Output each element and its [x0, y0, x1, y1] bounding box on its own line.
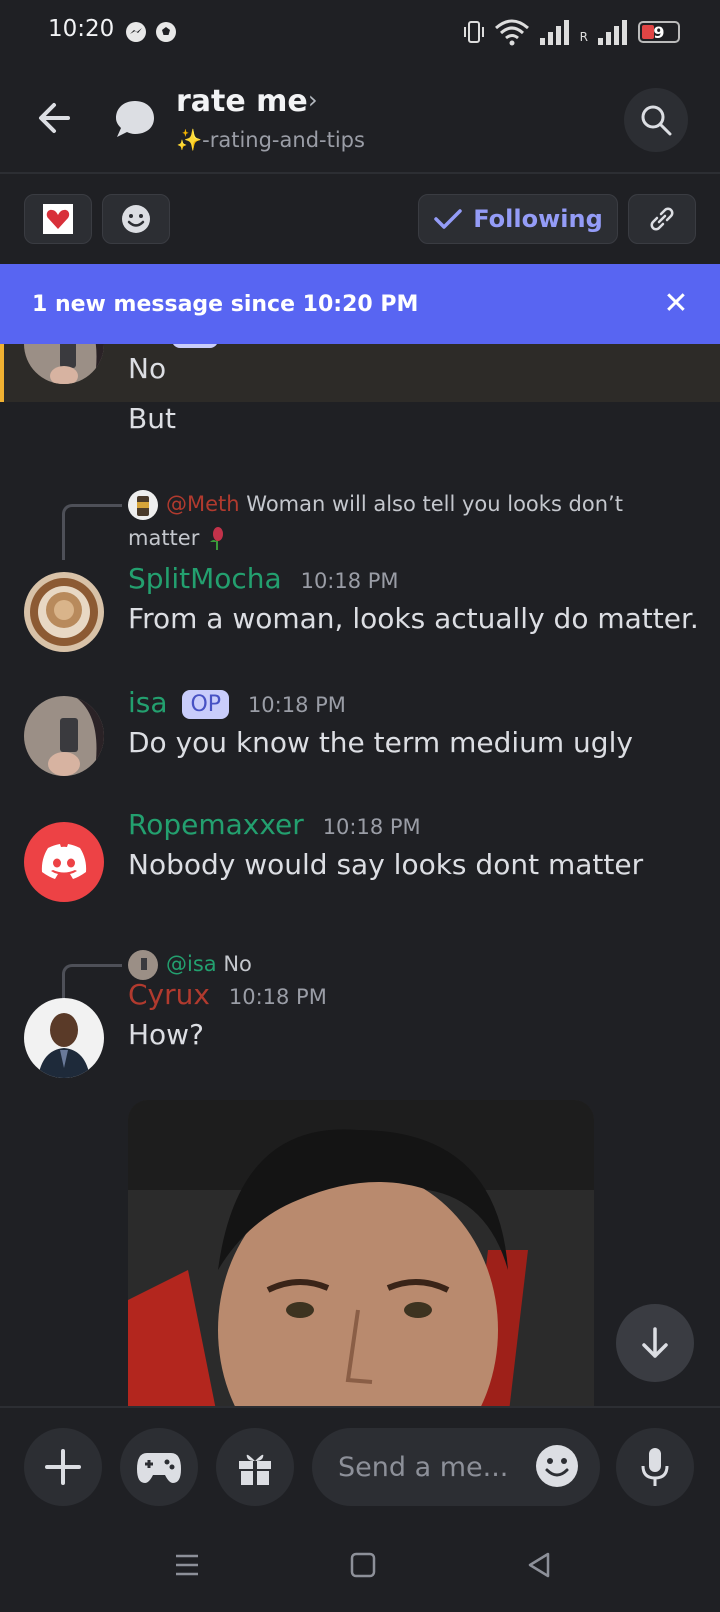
- menu-icon[interactable]: [170, 1548, 204, 1582]
- reply-snippet: Woman will also tell you looks don’t: [246, 492, 623, 516]
- avatar[interactable]: [24, 998, 104, 1078]
- message-composer: Send a me...: [0, 1406, 720, 1518]
- message-time: 10:18 PM: [247, 693, 346, 717]
- microphone-icon: [641, 1448, 669, 1486]
- back-triangle-icon[interactable]: [522, 1548, 556, 1582]
- message-text: But: [128, 402, 176, 435]
- arrow-down-icon: [642, 1327, 668, 1358]
- thread-icon: [116, 101, 154, 137]
- battery-icon: 9: [638, 21, 680, 43]
- message-text: Do you know the term medium ugly: [128, 726, 633, 759]
- gamepad-icon: [137, 1453, 181, 1483]
- message-time: 10:18 PM: [322, 815, 421, 839]
- reply-mention: @Meth: [166, 492, 240, 516]
- emoji-picker-icon[interactable]: [534, 1443, 580, 1489]
- author-name[interactable]: isa OP 10:18 PM: [128, 686, 346, 719]
- vibrate-icon: [463, 21, 484, 43]
- following-label: Following: [473, 205, 603, 233]
- search-icon: [641, 105, 672, 136]
- rose-icon: [210, 527, 224, 550]
- voice-message-button[interactable]: [616, 1428, 694, 1506]
- copy-link-button[interactable]: [628, 194, 696, 244]
- message-list[interactable]: No But @Meth Woman will also tell you lo…: [0, 344, 720, 1406]
- plus-icon: [45, 1449, 81, 1485]
- status-time: 10:20: [48, 16, 115, 42]
- reply-preview-line2: matter: [128, 526, 228, 552]
- message-text: No: [128, 352, 167, 385]
- new-messages-banner[interactable]: 1 new message since 10:20 PM ✕: [0, 264, 720, 344]
- author-label: Cyrux: [128, 978, 210, 1011]
- wifi-icon: [494, 19, 529, 46]
- discord-logo-icon: [41, 844, 87, 879]
- message-text: How?: [128, 1018, 204, 1051]
- new-messages-text: 1 new message since 10:20 PM: [32, 291, 419, 317]
- tag-button[interactable]: [24, 194, 92, 244]
- scroll-to-bottom-button[interactable]: [616, 1304, 694, 1382]
- system-nav-bar: [0, 1518, 720, 1612]
- add-attachment-button[interactable]: [24, 1428, 102, 1506]
- author-label: isa: [128, 686, 168, 719]
- signal-icon: [539, 20, 569, 45]
- heart-tag-icon: [43, 204, 73, 234]
- author-name[interactable]: Cyrux 10:18 PM: [128, 978, 327, 1011]
- message-input[interactable]: Send a me...: [312, 1428, 600, 1506]
- thread-toolbar: Following: [0, 176, 720, 264]
- thread-title[interactable]: rate me: [176, 84, 308, 119]
- gift-button[interactable]: [216, 1428, 294, 1506]
- soccer-ball-icon: [156, 22, 176, 42]
- image-attachment[interactable]: [128, 1100, 594, 1406]
- messenger-icon: [126, 22, 146, 42]
- reply-snippet: No: [223, 952, 252, 976]
- reply-preview[interactable]: @isa No: [166, 952, 252, 976]
- channel-name[interactable]: ✨-rating-and-tips: [176, 128, 365, 153]
- author-label: Ropemaxxer: [128, 808, 304, 841]
- message-text: From a woman, looks actually do matter.: [128, 602, 699, 635]
- author-name[interactable]: Ropemaxxer 10:18 PM: [128, 808, 421, 841]
- reply-snippet: matter: [128, 526, 200, 550]
- signal-icon-2: [598, 20, 627, 45]
- message-text: Nobody would say looks dont matter: [128, 848, 644, 881]
- reply-connector: [62, 504, 122, 560]
- checkmark-icon: [434, 209, 462, 229]
- status-icons: R 9: [462, 16, 680, 48]
- highlighted-message: [0, 344, 720, 402]
- message-time: 10:18 PM: [300, 569, 399, 593]
- add-reaction-button[interactable]: [102, 194, 170, 244]
- gift-icon: [239, 1454, 271, 1485]
- home-icon[interactable]: [346, 1548, 380, 1582]
- roaming-label: R: [579, 30, 588, 44]
- search-button[interactable]: [624, 88, 688, 152]
- close-icon[interactable]: ✕: [658, 286, 694, 322]
- op-badge: OP: [182, 689, 230, 719]
- chevron-right-icon[interactable]: ›: [308, 86, 318, 114]
- reply-avatar: [128, 490, 158, 520]
- message-placeholder: Send a me...: [338, 1451, 509, 1483]
- reply-preview[interactable]: @Meth Woman will also tell you looks don…: [166, 492, 623, 516]
- thread-header: rate me › ✨-rating-and-tips: [0, 64, 720, 174]
- author-label: SplitMocha: [128, 562, 282, 595]
- reply-avatar: [128, 950, 158, 980]
- activities-button[interactable]: [120, 1428, 198, 1506]
- back-arrow-icon[interactable]: [32, 94, 80, 142]
- status-bar: 10:20 R 9: [0, 0, 720, 64]
- reply-mention: @isa: [166, 952, 217, 976]
- author-name[interactable]: SplitMocha 10:18 PM: [128, 562, 399, 595]
- link-icon: [650, 207, 674, 231]
- avatar[interactable]: [24, 822, 104, 902]
- op-badge-partial: [172, 344, 218, 348]
- avatar[interactable]: [24, 696, 104, 776]
- smiley-icon: [122, 205, 150, 233]
- avatar[interactable]: [24, 572, 104, 652]
- message-time: 10:18 PM: [228, 985, 327, 1009]
- battery-level: 9: [653, 22, 665, 42]
- following-button[interactable]: Following: [418, 194, 618, 244]
